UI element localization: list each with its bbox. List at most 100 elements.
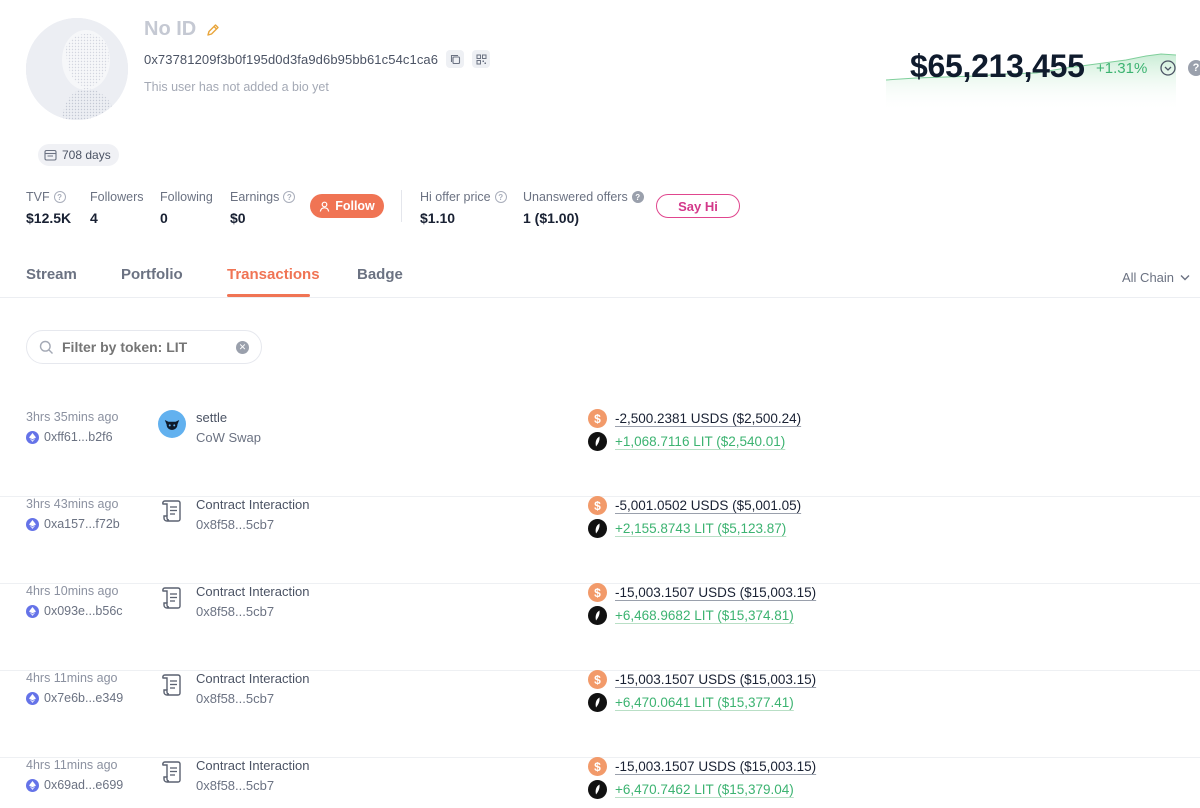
search-icon bbox=[39, 340, 53, 354]
contract-scroll-icon bbox=[158, 497, 186, 525]
transaction-hash[interactable]: 0x093e...b56c bbox=[26, 604, 123, 618]
stat-hi-offer-price: Hi offer price? $1.10 bbox=[420, 190, 507, 226]
lit-token-icon bbox=[588, 693, 607, 712]
wallet-address: 0x73781209f3b0f195d0d3fa9d6b95bb61c54c1c… bbox=[144, 51, 439, 67]
transaction-hash[interactable]: 0x7e6b...e349 bbox=[26, 691, 123, 705]
qr-code-icon bbox=[476, 54, 487, 64]
ethereum-icon bbox=[26, 517, 39, 531]
transaction-target[interactable]: 0x8f58...5cb7 bbox=[196, 517, 274, 532]
token-in-amount[interactable]: +6,468.9682 LIT ($15,374.81) bbox=[615, 608, 794, 623]
unanswered-value: 1 ($1.00) bbox=[523, 210, 580, 226]
transaction-hash-text: 0x093e...b56c bbox=[44, 604, 123, 618]
follow-button[interactable]: Follow bbox=[310, 194, 384, 218]
transaction-hash-text: 0x69ad...e699 bbox=[44, 778, 124, 792]
transaction-target[interactable]: 0x8f58...5cb7 bbox=[196, 604, 274, 619]
transaction-hash-text: 0x7e6b...e349 bbox=[44, 691, 124, 705]
help-icon[interactable]: ? bbox=[631, 191, 644, 203]
tab-badge[interactable]: Badge bbox=[357, 266, 403, 283]
chevron-down-icon bbox=[1180, 275, 1190, 281]
token-in-amount[interactable]: +1,068.7116 LIT ($2,540.01) bbox=[615, 434, 785, 449]
transaction-row: 4hrs 10mins ago 0x093e...b56c Contract I… bbox=[0, 583, 1200, 671]
contract-scroll-icon bbox=[158, 584, 186, 612]
stat-following[interactable]: Following 0 bbox=[160, 190, 213, 226]
unanswered-label: Unanswered offers bbox=[523, 190, 628, 204]
stat-tvf: TVF? $12.5K bbox=[26, 190, 71, 226]
lit-token-icon bbox=[588, 432, 607, 451]
transaction-time: 3hrs 35mins ago bbox=[26, 410, 119, 424]
transaction-time: 4hrs 11mins ago bbox=[26, 758, 118, 772]
token-out-amount[interactable]: -2,500.2381 USDS ($2,500.24) bbox=[615, 411, 801, 426]
transaction-type: Contract Interaction bbox=[196, 584, 310, 599]
token-in-line: +6,468.9682 LIT ($15,374.81) bbox=[588, 606, 794, 625]
usds-token-icon: $ bbox=[588, 757, 607, 776]
token-in-line: +6,470.7462 LIT ($15,379.04) bbox=[588, 780, 794, 799]
account-age-text: 708 days bbox=[62, 148, 111, 162]
qr-code-button[interactable] bbox=[472, 50, 491, 68]
transaction-time: 3hrs 43mins ago bbox=[26, 497, 119, 511]
help-icon[interactable]: ? bbox=[1188, 60, 1200, 76]
lit-token-icon bbox=[588, 519, 607, 538]
ethereum-icon bbox=[26, 604, 39, 618]
chain-selector[interactable]: All Chain bbox=[1122, 270, 1190, 285]
tvf-label: TVF bbox=[26, 190, 50, 204]
transaction-row: 4hrs 11mins ago 0x69ad...e699 Contract I… bbox=[0, 757, 1200, 808]
help-icon[interactable]: ? bbox=[494, 191, 507, 203]
copy-address-button[interactable] bbox=[446, 50, 465, 68]
stat-followers[interactable]: Followers 4 bbox=[90, 190, 144, 226]
user-icon bbox=[319, 201, 330, 212]
transaction-type: Contract Interaction bbox=[196, 758, 310, 773]
tab-transactions[interactable]: Transactions bbox=[227, 266, 320, 283]
pencil-icon[interactable] bbox=[206, 23, 220, 37]
earnings-label: Earnings bbox=[230, 190, 280, 204]
token-in-line: +1,068.7116 LIT ($2,540.01) bbox=[588, 432, 785, 451]
chain-selector-label: All Chain bbox=[1122, 270, 1175, 285]
say-hi-button[interactable]: Say Hi bbox=[656, 194, 740, 218]
followers-label: Followers bbox=[90, 190, 144, 204]
transaction-hash[interactable]: 0x69ad...e699 bbox=[26, 778, 123, 792]
help-icon[interactable]: ? bbox=[53, 191, 66, 203]
profile-tabs: Stream Portfolio Transactions Badge All … bbox=[0, 262, 1200, 298]
token-out-amount[interactable]: -15,003.1507 USDS ($15,003.15) bbox=[615, 759, 816, 774]
stat-unanswered-offers: Unanswered offers? 1 ($1.00) bbox=[523, 190, 644, 226]
chevron-down-circle-icon[interactable] bbox=[1160, 60, 1176, 76]
stat-earnings: Earnings? $0 bbox=[230, 190, 296, 226]
help-icon[interactable]: ? bbox=[283, 191, 296, 203]
transaction-target[interactable]: 0x8f58...5cb7 bbox=[196, 691, 274, 706]
token-out-amount[interactable]: -15,003.1507 USDS ($15,003.15) bbox=[615, 585, 816, 600]
token-out-line: $ -15,003.1507 USDS ($15,003.15) bbox=[588, 757, 816, 776]
token-out-line: $ -15,003.1507 USDS ($15,003.15) bbox=[588, 670, 816, 689]
token-filter-input[interactable] bbox=[62, 339, 226, 355]
avatar bbox=[26, 18, 128, 120]
net-worth-panel: $65,213,455 +1.31% bbox=[886, 40, 1176, 112]
tab-portfolio[interactable]: Portfolio bbox=[121, 266, 183, 283]
token-in-amount[interactable]: +2,155.8743 LIT ($5,123.87) bbox=[615, 521, 786, 536]
follow-button-label: Follow bbox=[335, 199, 375, 213]
token-out-line: $ -15,003.1507 USDS ($15,003.15) bbox=[588, 583, 816, 602]
tab-stream[interactable]: Stream bbox=[26, 266, 77, 283]
transaction-hash[interactable]: 0xff61...b2f6 bbox=[26, 430, 113, 444]
ethereum-icon bbox=[26, 778, 39, 792]
token-out-amount[interactable]: -5,001.0502 USDS ($5,001.05) bbox=[615, 498, 801, 513]
profile-bio: This user has not added a bio yet bbox=[144, 80, 329, 94]
token-in-amount[interactable]: +6,470.0641 LIT ($15,377.41) bbox=[615, 695, 794, 710]
usds-token-icon: $ bbox=[588, 670, 607, 689]
earnings-value: $0 bbox=[230, 210, 246, 226]
token-in-amount[interactable]: +6,470.7462 LIT ($15,379.04) bbox=[615, 782, 794, 797]
cow-swap-icon bbox=[158, 410, 186, 438]
token-out-line: $ -2,500.2381 USDS ($2,500.24) bbox=[588, 409, 801, 428]
transaction-row: 3hrs 35mins ago 0xff61...b2f6 settle CoW… bbox=[0, 409, 1200, 497]
transaction-hash[interactable]: 0xa157...f72b bbox=[26, 517, 120, 531]
stats-divider bbox=[401, 190, 402, 222]
profile-name: No ID bbox=[144, 18, 197, 40]
transaction-type: Contract Interaction bbox=[196, 497, 310, 512]
transaction-type: settle bbox=[196, 410, 228, 425]
ethereum-icon bbox=[26, 430, 39, 444]
ethereum-icon bbox=[26, 691, 39, 705]
hi-offer-label: Hi offer price bbox=[420, 190, 491, 204]
hi-offer-value: $1.10 bbox=[420, 210, 456, 226]
token-out-amount[interactable]: -15,003.1507 USDS ($15,003.15) bbox=[615, 672, 816, 687]
usds-token-icon: $ bbox=[588, 496, 607, 515]
clear-icon[interactable]: ✕ bbox=[236, 341, 249, 354]
transaction-target[interactable]: CoW Swap bbox=[196, 430, 261, 445]
transaction-target[interactable]: 0x8f58...5cb7 bbox=[196, 778, 274, 793]
